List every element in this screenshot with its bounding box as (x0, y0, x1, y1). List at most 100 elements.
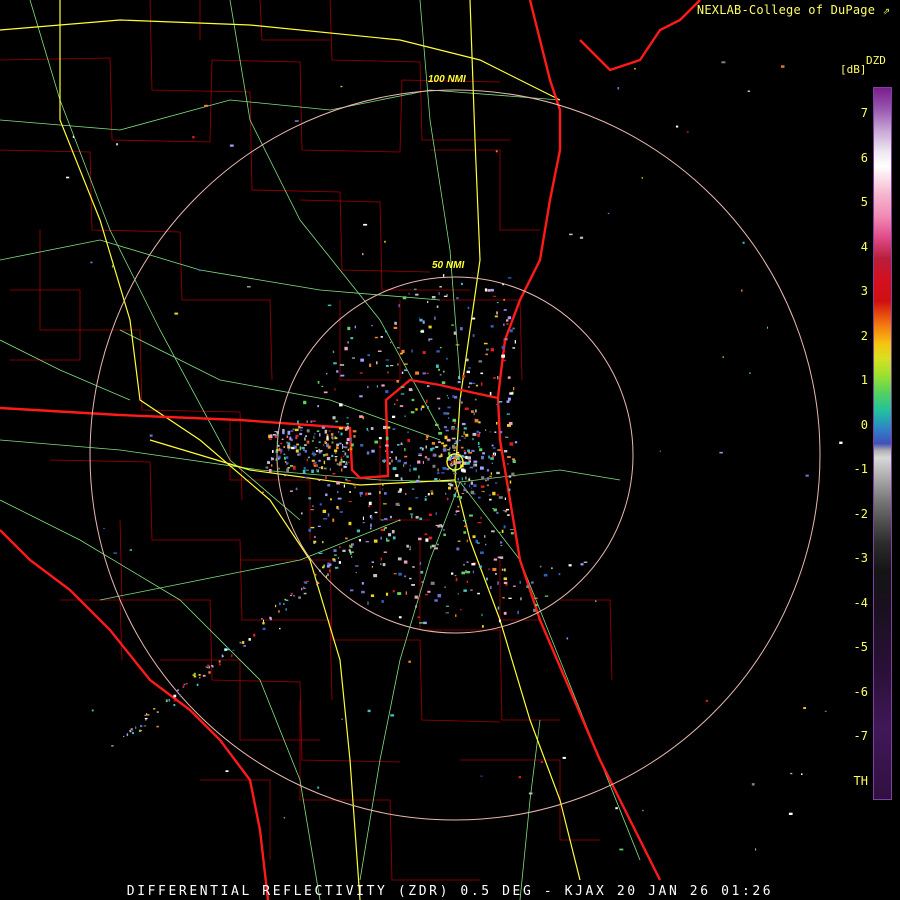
radar-return (359, 494, 362, 497)
radar-return (310, 526, 315, 529)
radar-return (455, 614, 457, 617)
radar-map[interactable]: 50 NMI 100 NMI (0, 0, 900, 900)
radar-return (205, 666, 207, 668)
radar-return (471, 487, 473, 489)
radar-return (410, 411, 415, 414)
radar-return (409, 464, 411, 467)
radar-return (318, 552, 323, 554)
color-scale-bar (873, 87, 892, 800)
radar-return (404, 448, 406, 452)
radar-return (470, 490, 475, 495)
radar-return (441, 472, 445, 474)
radar-return (446, 394, 448, 397)
radar-return (487, 289, 491, 292)
radar-return (362, 253, 364, 256)
radar-return (276, 431, 279, 435)
radar-return (456, 496, 459, 498)
radar-return (485, 353, 488, 356)
radar-return (469, 382, 472, 385)
radar-return (403, 461, 407, 465)
radar-return (641, 177, 643, 179)
radar-return (324, 429, 328, 434)
radar-return (365, 541, 369, 543)
radar-return (441, 442, 444, 445)
radar-return (503, 323, 505, 326)
radar-return (326, 456, 331, 461)
units-label: [dB] (840, 63, 867, 76)
radar-return (398, 572, 402, 576)
radar-return (196, 683, 199, 686)
radar-return (421, 405, 425, 409)
radar-return (302, 470, 306, 474)
radar-return (287, 430, 291, 435)
radar-return (478, 421, 481, 424)
radar-return (481, 613, 483, 617)
radar-return (332, 518, 335, 522)
radar-return (506, 413, 510, 415)
radar-return (275, 458, 277, 461)
radar-return (348, 549, 350, 551)
radar-return (326, 372, 328, 375)
scale-tick-label: -5 (853, 640, 868, 654)
radar-return (143, 725, 147, 727)
radar-return (314, 461, 317, 464)
radar-return (116, 143, 119, 146)
radar-return (293, 445, 296, 447)
radar-return (539, 565, 542, 568)
radar-return (551, 567, 553, 569)
radar-return (385, 592, 389, 596)
radar-return (210, 665, 214, 667)
radar-return (307, 456, 310, 459)
radar-return (469, 514, 473, 517)
radar-return (361, 582, 364, 585)
radar-return (366, 427, 369, 431)
radar-return (396, 380, 400, 383)
radar-return (507, 514, 510, 516)
radar-return (311, 505, 314, 507)
radar-return (501, 354, 505, 358)
radar-return (370, 527, 372, 530)
radar-return (788, 812, 793, 815)
radar-return (501, 568, 504, 571)
radar-return (419, 318, 423, 322)
radar-return (489, 586, 492, 590)
radar-return (465, 433, 469, 437)
radar-return (461, 493, 465, 494)
radar-return (393, 573, 397, 575)
radar-return (344, 466, 347, 468)
radar-return (347, 427, 350, 430)
radar-return (380, 563, 382, 565)
radar-return (198, 674, 201, 676)
radar-return (478, 360, 483, 363)
radar-return (466, 580, 469, 583)
radar-return (803, 707, 806, 709)
radar-return (445, 612, 449, 614)
radar-return (477, 433, 480, 437)
radar-return (326, 573, 329, 577)
radar-return (351, 443, 354, 447)
radar-return (461, 571, 466, 575)
radar-return (231, 654, 233, 658)
credit-text[interactable]: NEXLAB-College of DuPage ⇗ (697, 3, 890, 17)
radar-return (156, 711, 159, 713)
radar-return (464, 407, 469, 411)
radar-return (359, 395, 363, 398)
radar-return (437, 594, 442, 598)
radar-return (463, 450, 466, 452)
radar-return (397, 459, 401, 463)
radar-return (490, 457, 494, 460)
radar-return (463, 427, 467, 430)
radar-return (481, 455, 484, 460)
radar-return (387, 426, 391, 429)
radar-return (463, 431, 465, 435)
radar-return (421, 581, 424, 583)
radar-return (390, 451, 393, 454)
radar-return (507, 376, 511, 379)
radar-return (438, 292, 440, 296)
radar-return (498, 531, 501, 534)
radar-return (204, 104, 209, 107)
radar-return (295, 437, 298, 439)
radar-return (595, 600, 597, 603)
radar-return (253, 633, 256, 637)
radar-return (383, 425, 387, 430)
